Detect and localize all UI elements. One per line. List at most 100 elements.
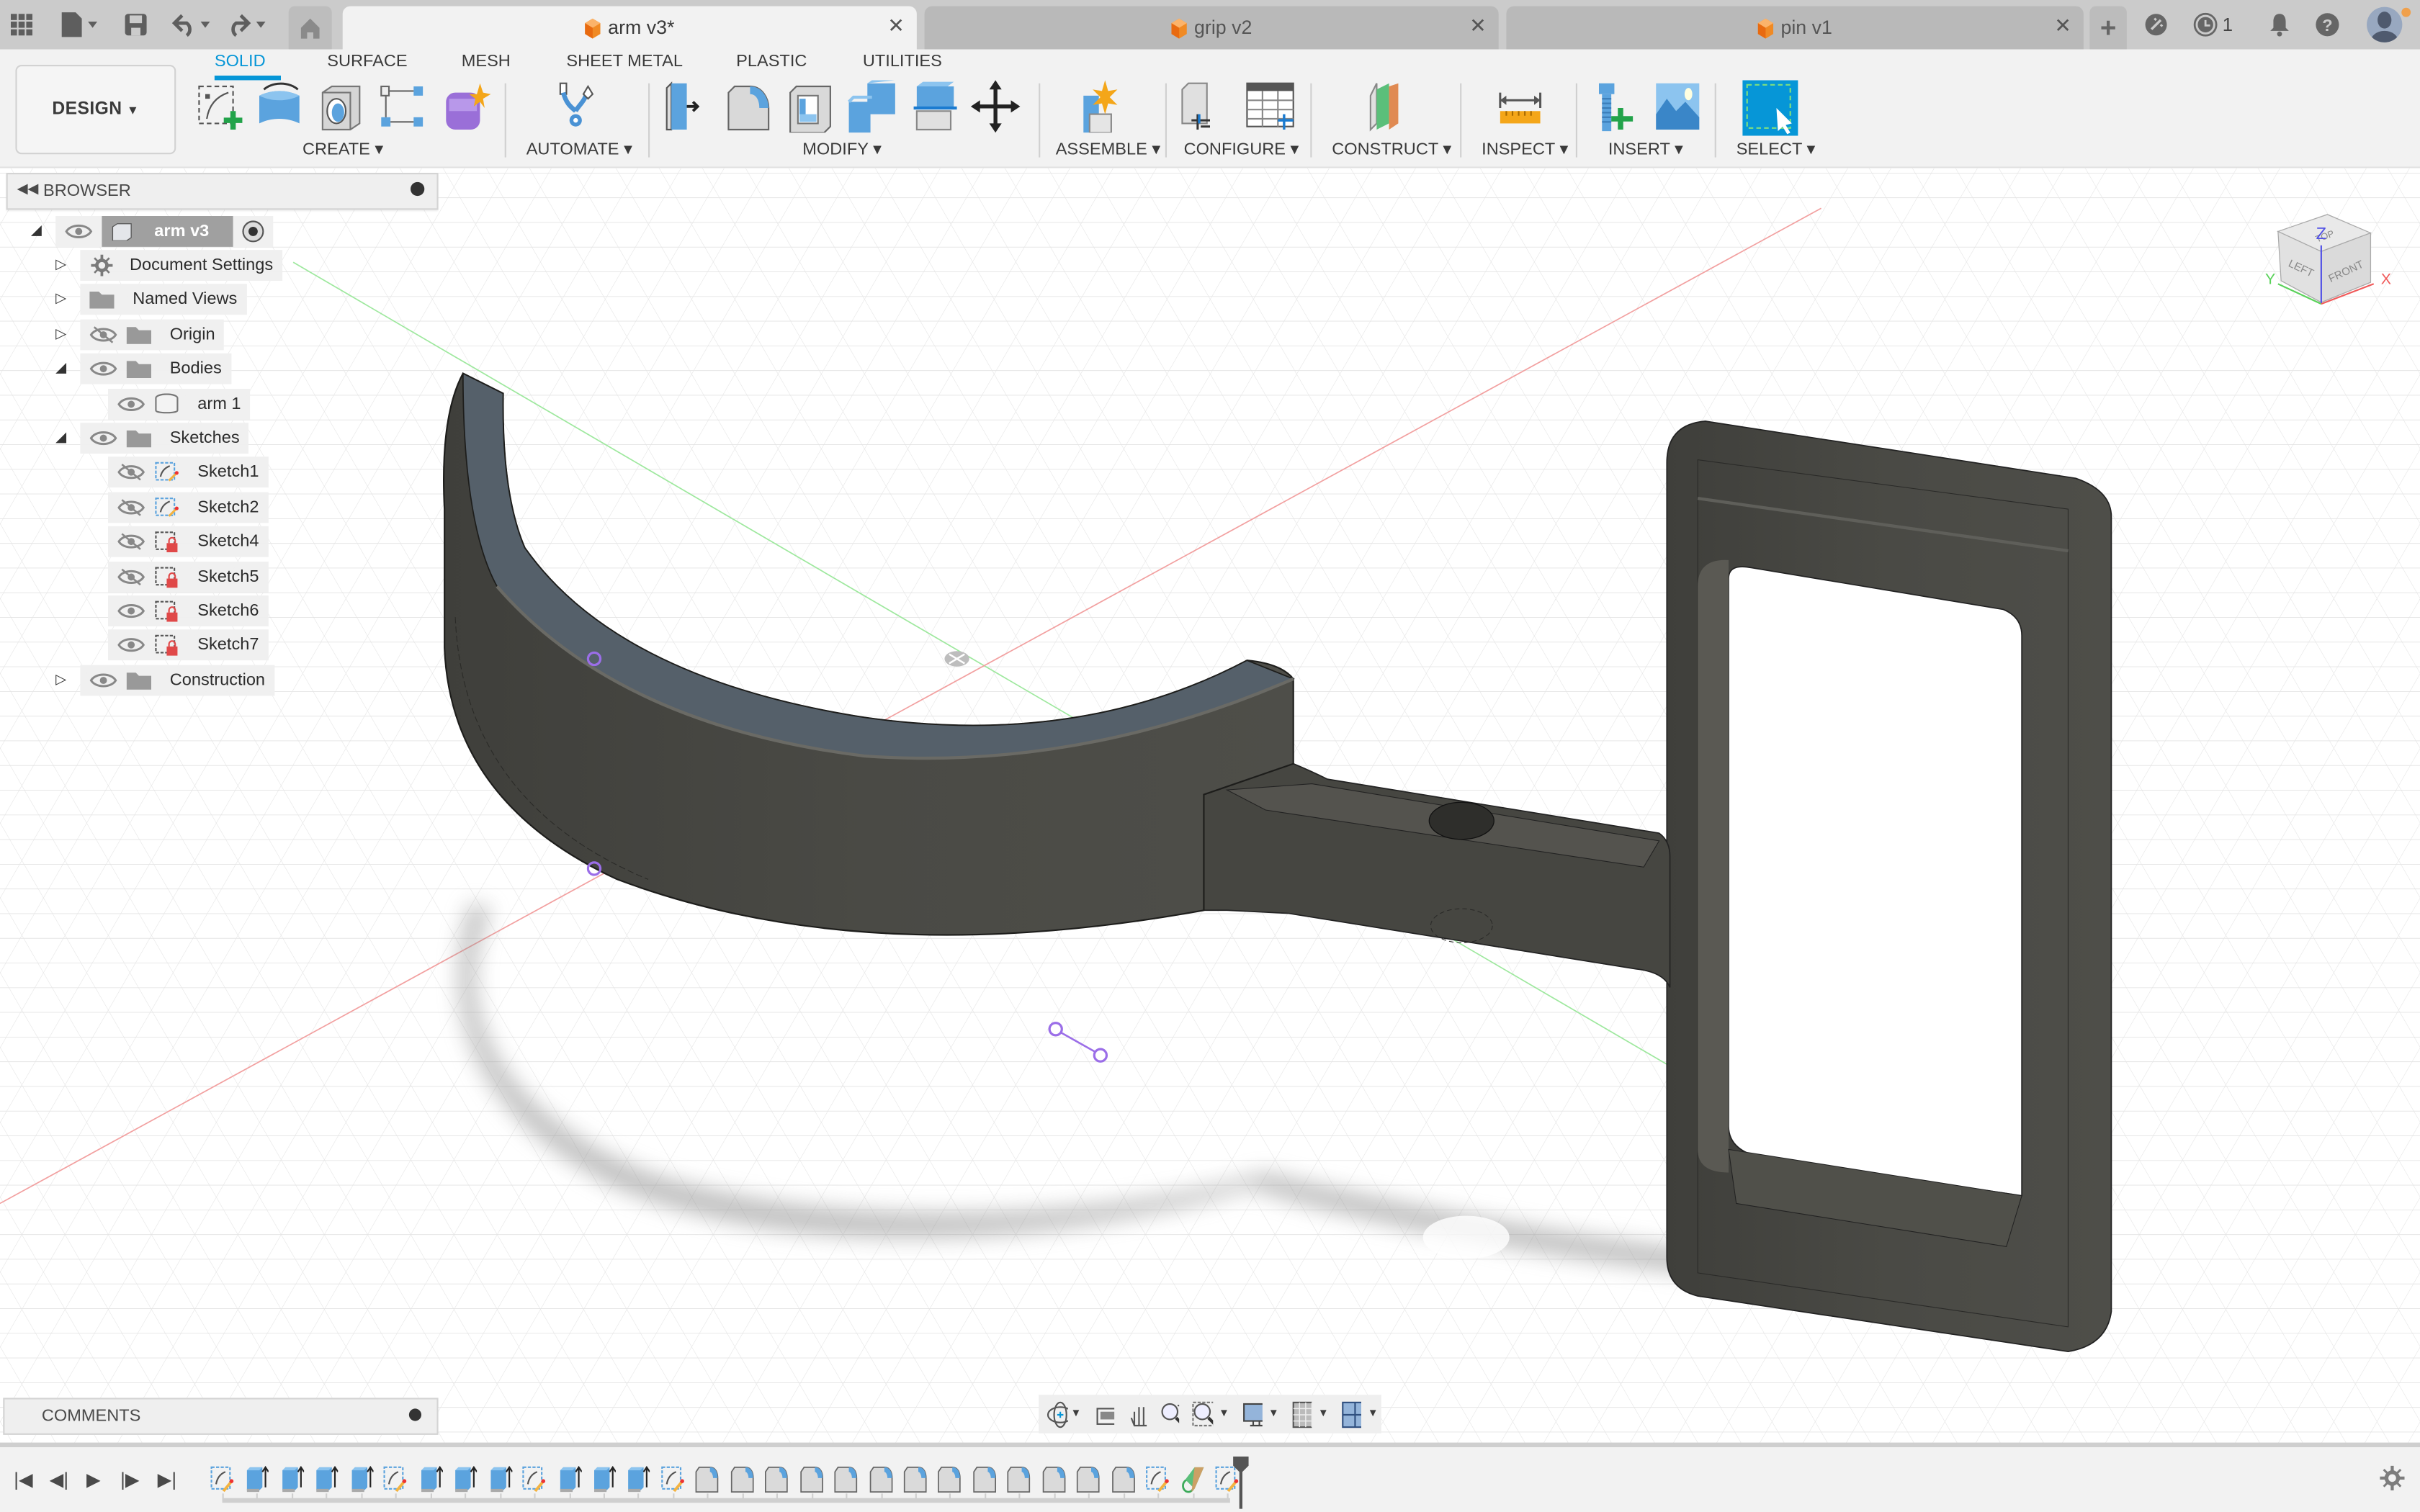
browser-root-row[interactable]: ◢ arm v3 — [31, 216, 274, 247]
root-component[interactable]: arm v3 — [102, 216, 234, 247]
browser-item-bodies[interactable]: ◢ Bodies — [55, 354, 231, 384]
timeline-feature-fillet[interactable] — [764, 1466, 789, 1494]
extrude-icon[interactable] — [255, 80, 308, 132]
timeline-feature-fillet[interactable] — [903, 1466, 928, 1494]
tab-pin-v1[interactable]: pin v1 ✕ — [1506, 6, 2084, 50]
timeline-feature-sketch[interactable] — [660, 1466, 685, 1494]
modify-menu[interactable]: MODIFY ▾ — [802, 139, 882, 159]
play-button[interactable]: ▶ — [86, 1469, 101, 1490]
timeline-feature-fillet[interactable] — [799, 1466, 823, 1494]
new-tab-button[interactable]: + — [2089, 6, 2127, 50]
hidden-eye-icon[interactable] — [117, 533, 145, 552]
change-parameters-icon[interactable] — [1179, 80, 1232, 132]
workspace-switcher[interactable]: DESIGN ▼ — [15, 65, 176, 155]
extensions-icon[interactable] — [2143, 9, 2168, 40]
job-status[interactable]: 1 — [2193, 9, 2233, 40]
shell-icon[interactable] — [784, 80, 837, 133]
tab-arm-v3[interactable]: arm v3* ✕ — [342, 6, 917, 50]
timeline-feature-extrude[interactable] — [452, 1465, 478, 1494]
offset-face-icon[interactable] — [908, 80, 960, 132]
home-tab[interactable] — [288, 6, 332, 50]
timeline-feature-sketch[interactable] — [521, 1466, 546, 1494]
orbit-icon[interactable] — [1045, 1400, 1068, 1428]
timeline-feature-fillet[interactable] — [695, 1466, 720, 1494]
look-at-icon[interactable] — [1094, 1402, 1114, 1426]
viewports-icon[interactable] — [1341, 1400, 1362, 1428]
tab-sheet-metal[interactable]: SHEET METAL — [566, 53, 683, 71]
grid-snaps-dropdown[interactable]: ▼ — [1318, 1408, 1329, 1419]
hidden-eye-icon[interactable] — [117, 498, 145, 517]
hidden-eye-icon[interactable] — [117, 567, 145, 586]
collapse-triangle-icon[interactable]: ◢ — [55, 360, 66, 377]
hidden-eye-icon[interactable] — [117, 464, 145, 482]
automate-icon[interactable] — [550, 80, 602, 132]
save-icon[interactable] — [123, 9, 148, 40]
visibility-eye-icon[interactable] — [117, 636, 145, 655]
visibility-eye-icon[interactable] — [117, 602, 145, 621]
insert-menu[interactable]: INSERT ▾ — [1608, 139, 1683, 159]
timeline-feature-fillet[interactable] — [1076, 1466, 1101, 1494]
tab-mesh[interactable]: MESH — [462, 53, 511, 71]
step-back-button[interactable]: ◀| — [50, 1469, 68, 1490]
expand-triangle-icon[interactable]: ▷ — [55, 325, 66, 343]
tab-grip-v2[interactable]: grip v2 ✕ — [924, 6, 1499, 50]
browser-item-construction[interactable]: ▷ Construction — [55, 665, 274, 696]
browser-item-sketch5[interactable]: Sketch5 — [55, 561, 269, 592]
timeline-settings-icon[interactable] — [2380, 1465, 2405, 1490]
browser-item-sketch1[interactable]: Sketch1 — [55, 457, 269, 488]
timeline-feature-extrude[interactable] — [314, 1465, 339, 1494]
user-avatar[interactable] — [2365, 4, 2414, 45]
visibility-eye-icon[interactable] — [117, 395, 145, 413]
viewcube[interactable]: TOP LEFT FRONT Z Y X — [2262, 199, 2401, 322]
timeline-feature-fillet[interactable] — [868, 1466, 892, 1494]
browser-item-named-views[interactable]: ▷ Named Views — [55, 284, 247, 315]
browser-options-icon[interactable] — [411, 181, 425, 197]
automate-menu[interactable]: AUTOMATE ▾ — [526, 139, 632, 159]
insert-mcmaster-icon[interactable] — [1590, 80, 1642, 132]
tab-surface[interactable]: SURFACE — [327, 53, 407, 71]
timeline-feature-fillet[interactable] — [833, 1466, 858, 1494]
add-comment-icon[interactable] — [408, 1408, 421, 1421]
timeline-feature-fillet[interactable] — [938, 1466, 962, 1494]
timeline-feature-extrude[interactable] — [557, 1465, 582, 1494]
help-icon[interactable]: ? — [2315, 9, 2339, 40]
press-pull-icon[interactable] — [660, 80, 713, 132]
close-tab-icon[interactable]: ✕ — [887, 14, 904, 38]
browser-item-sketch4[interactable]: Sketch4 — [55, 526, 269, 557]
new-component-icon[interactable] — [1074, 80, 1126, 133]
move-copy-icon[interactable] — [969, 80, 1022, 133]
pattern-icon[interactable] — [377, 80, 429, 132]
app-grid-icon[interactable] — [9, 9, 34, 40]
file-icon[interactable] — [58, 9, 99, 40]
visibility-eye-icon[interactable] — [89, 429, 117, 448]
inspect-menu[interactable]: INSPECT ▾ — [1482, 139, 1568, 159]
timeline-feature-extrude[interactable] — [349, 1465, 375, 1494]
zoom-dropdown[interactable]: ▼ — [1219, 1408, 1229, 1419]
browser-item-sketch7[interactable]: Sketch7 — [55, 630, 269, 661]
collapse-browser-icon[interactable]: ◀◀ — [17, 181, 39, 198]
timeline-feature-sketch[interactable] — [383, 1466, 408, 1494]
model-viewport[interactable] — [0, 168, 2420, 1443]
notifications-icon[interactable] — [2267, 9, 2292, 40]
close-tab-icon[interactable]: ✕ — [2054, 14, 2071, 38]
expand-triangle-icon[interactable]: ◢ — [31, 222, 42, 240]
create-menu[interactable]: CREATE ▾ — [302, 139, 383, 159]
visibility-eye-icon[interactable] — [89, 671, 117, 690]
timeline-feature-sketch[interactable] — [1145, 1466, 1170, 1494]
zoom-icon[interactable] — [1160, 1400, 1180, 1428]
timeline-feature-fillet[interactable] — [972, 1466, 997, 1494]
timeline-feature-extrude[interactable] — [418, 1465, 444, 1494]
browser-item-sketch6[interactable]: Sketch6 — [55, 595, 269, 626]
browser-item-arm-1[interactable]: arm 1 — [55, 388, 251, 419]
display-settings-dropdown[interactable]: ▼ — [1268, 1408, 1279, 1419]
timeline-feature-extrude[interactable] — [279, 1465, 305, 1494]
browser-item-sketch2[interactable]: Sketch2 — [55, 492, 269, 523]
browser-item-origin[interactable]: ▷ Origin — [55, 319, 225, 350]
assemble-menu[interactable]: ASSEMBLE ▾ — [1056, 139, 1160, 159]
configure-table-icon[interactable] — [1244, 80, 1296, 132]
go-to-start-button[interactable]: |◀ — [14, 1469, 32, 1490]
collapse-triangle-icon[interactable]: ◢ — [55, 429, 66, 446]
display-settings-icon[interactable] — [1242, 1400, 1263, 1428]
origin-marker[interactable] — [944, 651, 969, 667]
timeline-feature-tangent-plane[interactable] — [1180, 1466, 1204, 1494]
